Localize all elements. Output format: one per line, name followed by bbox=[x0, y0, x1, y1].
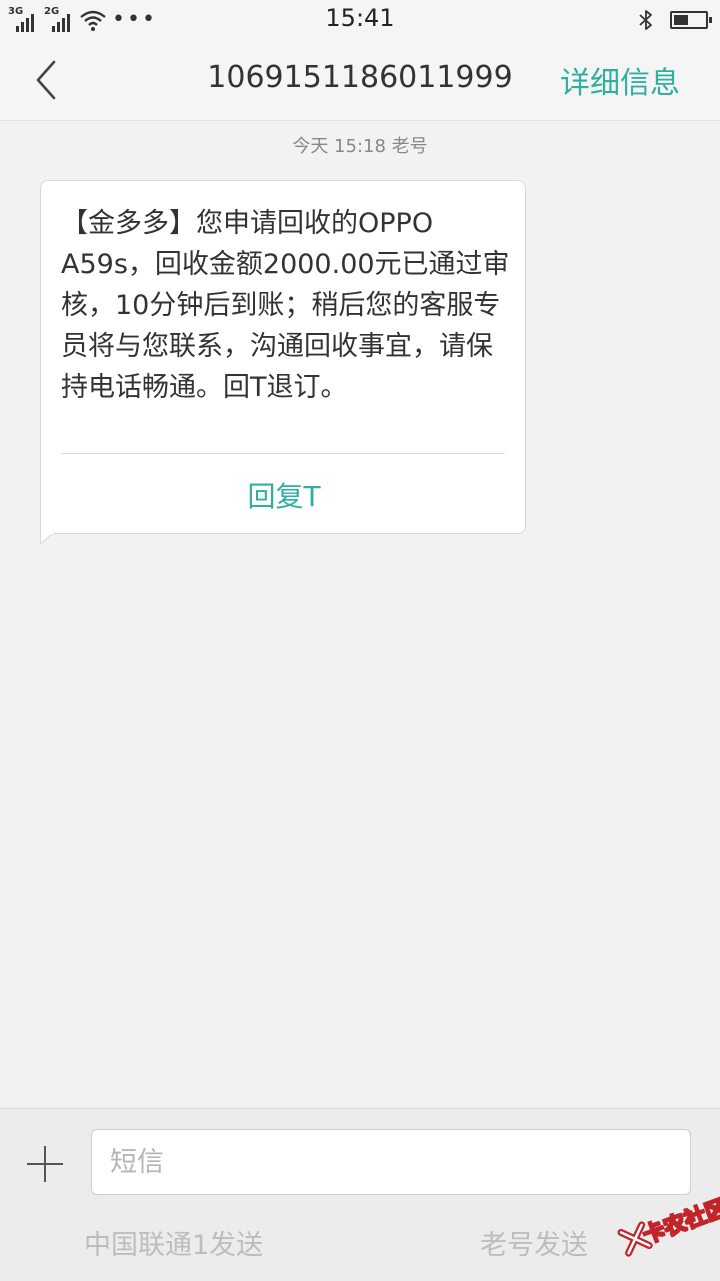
status-right bbox=[638, 6, 712, 34]
add-attachment-button[interactable] bbox=[26, 1145, 64, 1183]
send-sim2-button[interactable]: 老号发送 bbox=[480, 1223, 588, 1262]
watermark-text: 卡农社区 bbox=[639, 1195, 720, 1250]
message-bubble[interactable]: 【金多多】您申请回收的OPPO A59s，回收金额2000.00元已通过审核，1… bbox=[40, 180, 526, 534]
message-timestamp: 今天 15:18 老号 bbox=[292, 136, 428, 157]
details-button[interactable]: 详细信息 bbox=[560, 58, 680, 102]
send-sim1-button[interactable]: 中国联通1发送 bbox=[84, 1223, 263, 1262]
battery-level bbox=[674, 15, 688, 25]
quick-reply-button[interactable]: 回复T bbox=[41, 475, 527, 515]
bluetooth-icon bbox=[639, 10, 652, 30]
plus-icon bbox=[27, 1146, 63, 1182]
bubble-divider bbox=[61, 453, 505, 454]
message-text: 【金多多】您申请回收的OPPO A59s，回收金额2000.00元已通过审核，1… bbox=[61, 208, 510, 403]
status-time: 15:41 bbox=[325, 4, 395, 32]
status-bar: 3G 2G ••• 15:41 bbox=[0, 0, 720, 40]
conversation-header: 1069151186011999 详细信息 bbox=[0, 40, 720, 121]
message-input[interactable] bbox=[91, 1129, 691, 1195]
compose-bar: 中国联通1发送 老号发送 bbox=[0, 1108, 720, 1281]
bubble-tail bbox=[40, 533, 54, 545]
battery-icon bbox=[670, 11, 712, 29]
